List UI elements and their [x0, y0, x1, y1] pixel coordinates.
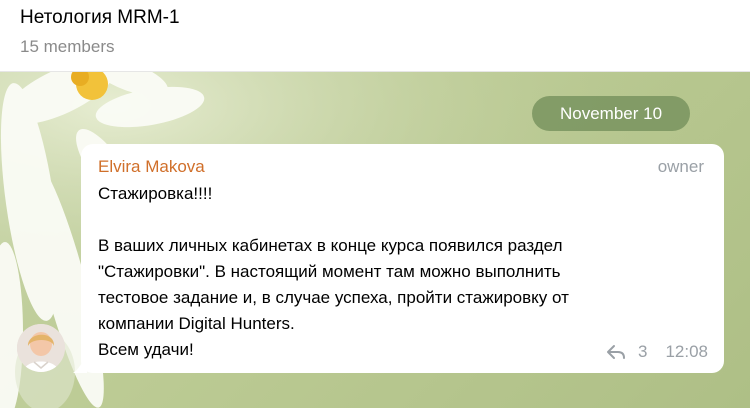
sender-avatar[interactable] — [17, 324, 65, 372]
message-line: В ваших личных кабинетах в конце курса п… — [98, 236, 563, 255]
date-separator: November 10 — [532, 96, 690, 131]
message-time: 12:08 — [665, 342, 708, 361]
message-meta: 3 12:08 — [606, 342, 708, 362]
member-count: 15 members — [20, 37, 115, 56]
avatar-photo-icon — [17, 324, 65, 372]
message-line: тестовое задание и, в случае успеха, про… — [98, 288, 569, 307]
sender-name[interactable]: Elvira Makova — [98, 157, 205, 177]
message-line: Стажировка!!!! — [98, 184, 213, 203]
chat-title: Нетология MRM-1 — [20, 7, 180, 28]
chat-header[interactable]: Нетология MRM-1 15 members — [0, 0, 750, 72]
reply-arrow-icon[interactable] — [606, 344, 626, 360]
reply-count[interactable]: 3 — [638, 342, 647, 362]
message-bubble[interactable]: Elvira Makova owner Стажировка!!!! В ваш… — [81, 144, 724, 373]
chat-area: November 10 Elvira Makova owner Стажиров… — [0, 72, 750, 408]
message-line: компании Digital Hunters. — [98, 314, 295, 333]
message-text: Стажировка!!!! В ваших личных кабинетах … — [98, 181, 698, 363]
message-line: "Стажировки". В настоящий момент там мож… — [98, 262, 561, 281]
role-badge: owner — [657, 157, 704, 176]
